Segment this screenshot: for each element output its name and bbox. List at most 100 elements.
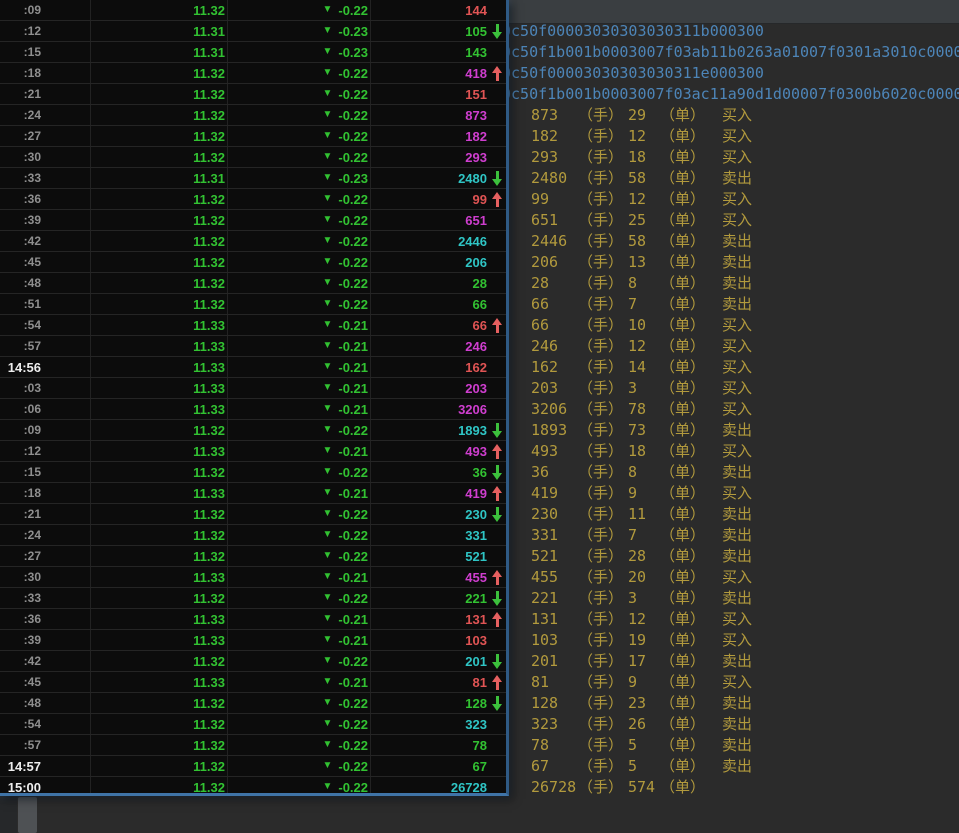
up-arrow-icon [492, 612, 503, 627]
orders-label: （单） [660, 168, 705, 189]
tick-time: :36 [0, 609, 91, 629]
tick-change: ▼ -0.22 [228, 147, 371, 167]
tick-volume: 1893 [371, 420, 488, 440]
trade-volume: 203 [531, 378, 558, 399]
tick-volume: 26728 [371, 777, 488, 796]
table-row[interactable]: :30 11.32 ▼ -0.22 293 [0, 147, 506, 168]
table-row[interactable]: :09 11.32 ▼ -0.22 1893 [0, 420, 506, 441]
tick-change-value: -0.22 [338, 759, 368, 774]
trade-direction: 卖出 [722, 546, 752, 567]
table-row[interactable]: :24 11.32 ▼ -0.22 331 [0, 525, 506, 546]
lots-label: （手） [578, 588, 623, 609]
table-row[interactable]: :09 11.32 ▼ -0.22 144 [0, 0, 506, 21]
tick-volume: 293 [371, 147, 488, 167]
lots-label: （手） [578, 756, 623, 777]
table-row[interactable]: :18 11.33 ▼ -0.21 419 [0, 483, 506, 504]
orders-label: （单） [660, 567, 705, 588]
table-row[interactable]: :57 11.33 ▼ -0.21 246 [0, 336, 506, 357]
table-row[interactable]: :36 11.32 ▼ -0.22 99 [0, 189, 506, 210]
tick-change: ▼ -0.22 [228, 420, 371, 440]
tick-price: 11.31 [91, 168, 228, 188]
table-row[interactable]: :33 11.32 ▼ -0.22 221 [0, 588, 506, 609]
table-row[interactable]: :45 11.33 ▼ -0.21 81 [0, 672, 506, 693]
trade-count: 10 [628, 315, 646, 336]
tick-price: 11.33 [91, 672, 228, 692]
tick-change: ▼ -0.22 [228, 210, 371, 230]
table-row[interactable]: :06 11.33 ▼ -0.21 3206 [0, 399, 506, 420]
table-row[interactable]: :48 11.32 ▼ -0.22 28 [0, 273, 506, 294]
tick-volume: 151 [371, 84, 488, 104]
table-row[interactable]: :36 11.33 ▼ -0.21 131 [0, 609, 506, 630]
trade-direction: 买入 [722, 630, 752, 651]
tick-time: :42 [0, 231, 91, 251]
down-triangle-icon: ▼ [322, 47, 332, 57]
tick-change: ▼ -0.21 [228, 378, 371, 398]
table-row[interactable]: :54 11.32 ▼ -0.22 323 [0, 714, 506, 735]
tick-direction-cell [488, 210, 506, 230]
trade-direction: 卖出 [722, 168, 752, 189]
lots-label: （手） [578, 420, 623, 441]
table-row[interactable]: :03 11.33 ▼ -0.21 203 [0, 378, 506, 399]
orders-label: （单） [660, 336, 705, 357]
lots-label: （手） [578, 273, 623, 294]
orders-label: （单） [660, 231, 705, 252]
table-row[interactable]: :54 11.33 ▼ -0.21 66 [0, 315, 506, 336]
table-row[interactable]: :42 11.32 ▼ -0.22 2446 [0, 231, 506, 252]
table-row[interactable]: :45 11.32 ▼ -0.22 206 [0, 252, 506, 273]
tick-direction-cell [488, 399, 506, 419]
table-row[interactable]: :30 11.33 ▼ -0.21 455 [0, 567, 506, 588]
tick-price: 11.32 [91, 63, 228, 83]
table-row[interactable]: :21 11.32 ▼ -0.22 151 [0, 84, 506, 105]
trade-direction: 买入 [722, 483, 752, 504]
tick-volume: 103 [371, 630, 488, 650]
table-row[interactable]: :33 11.31 ▼ -0.23 2480 [0, 168, 506, 189]
down-arrow-icon [492, 465, 503, 480]
scrollbar-thumb[interactable] [18, 797, 37, 833]
table-row[interactable]: :51 11.32 ▼ -0.22 66 [0, 294, 506, 315]
lots-label: （手） [578, 315, 623, 336]
table-row[interactable]: :57 11.32 ▼ -0.22 78 [0, 735, 506, 756]
tick-direction-cell [488, 525, 506, 545]
tick-price: 11.32 [91, 546, 228, 566]
tick-volume: 144 [371, 0, 488, 20]
tick-direction-cell [488, 420, 506, 440]
tick-time: :39 [0, 630, 91, 650]
table-row[interactable]: 14:57 11.32 ▼ -0.22 67 [0, 756, 506, 777]
tick-time: :09 [0, 0, 91, 20]
table-row[interactable]: :18 11.32 ▼ -0.22 418 [0, 63, 506, 84]
tick-direction-cell [488, 252, 506, 272]
table-row[interactable]: :39 11.32 ▼ -0.22 651 [0, 210, 506, 231]
trade-direction: 卖出 [722, 735, 752, 756]
table-row[interactable]: :15 11.31 ▼ -0.23 143 [0, 42, 506, 63]
down-triangle-icon: ▼ [322, 677, 332, 687]
tick-volume: 493 [371, 441, 488, 461]
lots-label: （手） [578, 378, 623, 399]
table-row[interactable]: :21 11.32 ▼ -0.22 230 [0, 504, 506, 525]
table-row[interactable]: :12 11.31 ▼ -0.23 105 [0, 21, 506, 42]
trade-count: 3 [628, 378, 637, 399]
table-row[interactable]: 14:56 11.33 ▼ -0.21 162 [0, 357, 506, 378]
tick-change-value: -0.22 [338, 87, 368, 102]
trade-volume: 206 [531, 252, 558, 273]
table-row[interactable]: :12 11.33 ▼ -0.21 493 [0, 441, 506, 462]
tick-volume: 131 [371, 609, 488, 629]
table-row[interactable]: :27 11.32 ▼ -0.22 182 [0, 126, 506, 147]
tick-time: :30 [0, 567, 91, 587]
table-row[interactable]: :27 11.32 ▼ -0.22 521 [0, 546, 506, 567]
trade-volume: 246 [531, 336, 558, 357]
table-row[interactable]: 15:00 11.32 ▼ -0.22 26728 [0, 777, 506, 796]
table-row[interactable]: :39 11.33 ▼ -0.21 103 [0, 630, 506, 651]
orders-label: （单） [660, 378, 705, 399]
table-row[interactable]: :48 11.32 ▼ -0.22 128 [0, 693, 506, 714]
tick-price: 11.33 [91, 441, 228, 461]
tick-change-value: -0.21 [338, 360, 368, 375]
tick-direction-cell [488, 504, 506, 524]
table-row[interactable]: :42 11.32 ▼ -0.22 201 [0, 651, 506, 672]
table-row[interactable]: :24 11.32 ▼ -0.22 873 [0, 105, 506, 126]
table-row[interactable]: :15 11.32 ▼ -0.22 36 [0, 462, 506, 483]
lots-label: （手） [578, 168, 623, 189]
orders-label: （单） [660, 651, 705, 672]
hex-log-text: 0c50f1b001b0003007f03ab11b0263a01007f030… [502, 42, 959, 63]
down-triangle-icon: ▼ [322, 740, 332, 750]
trade-volume: 66 [531, 315, 549, 336]
